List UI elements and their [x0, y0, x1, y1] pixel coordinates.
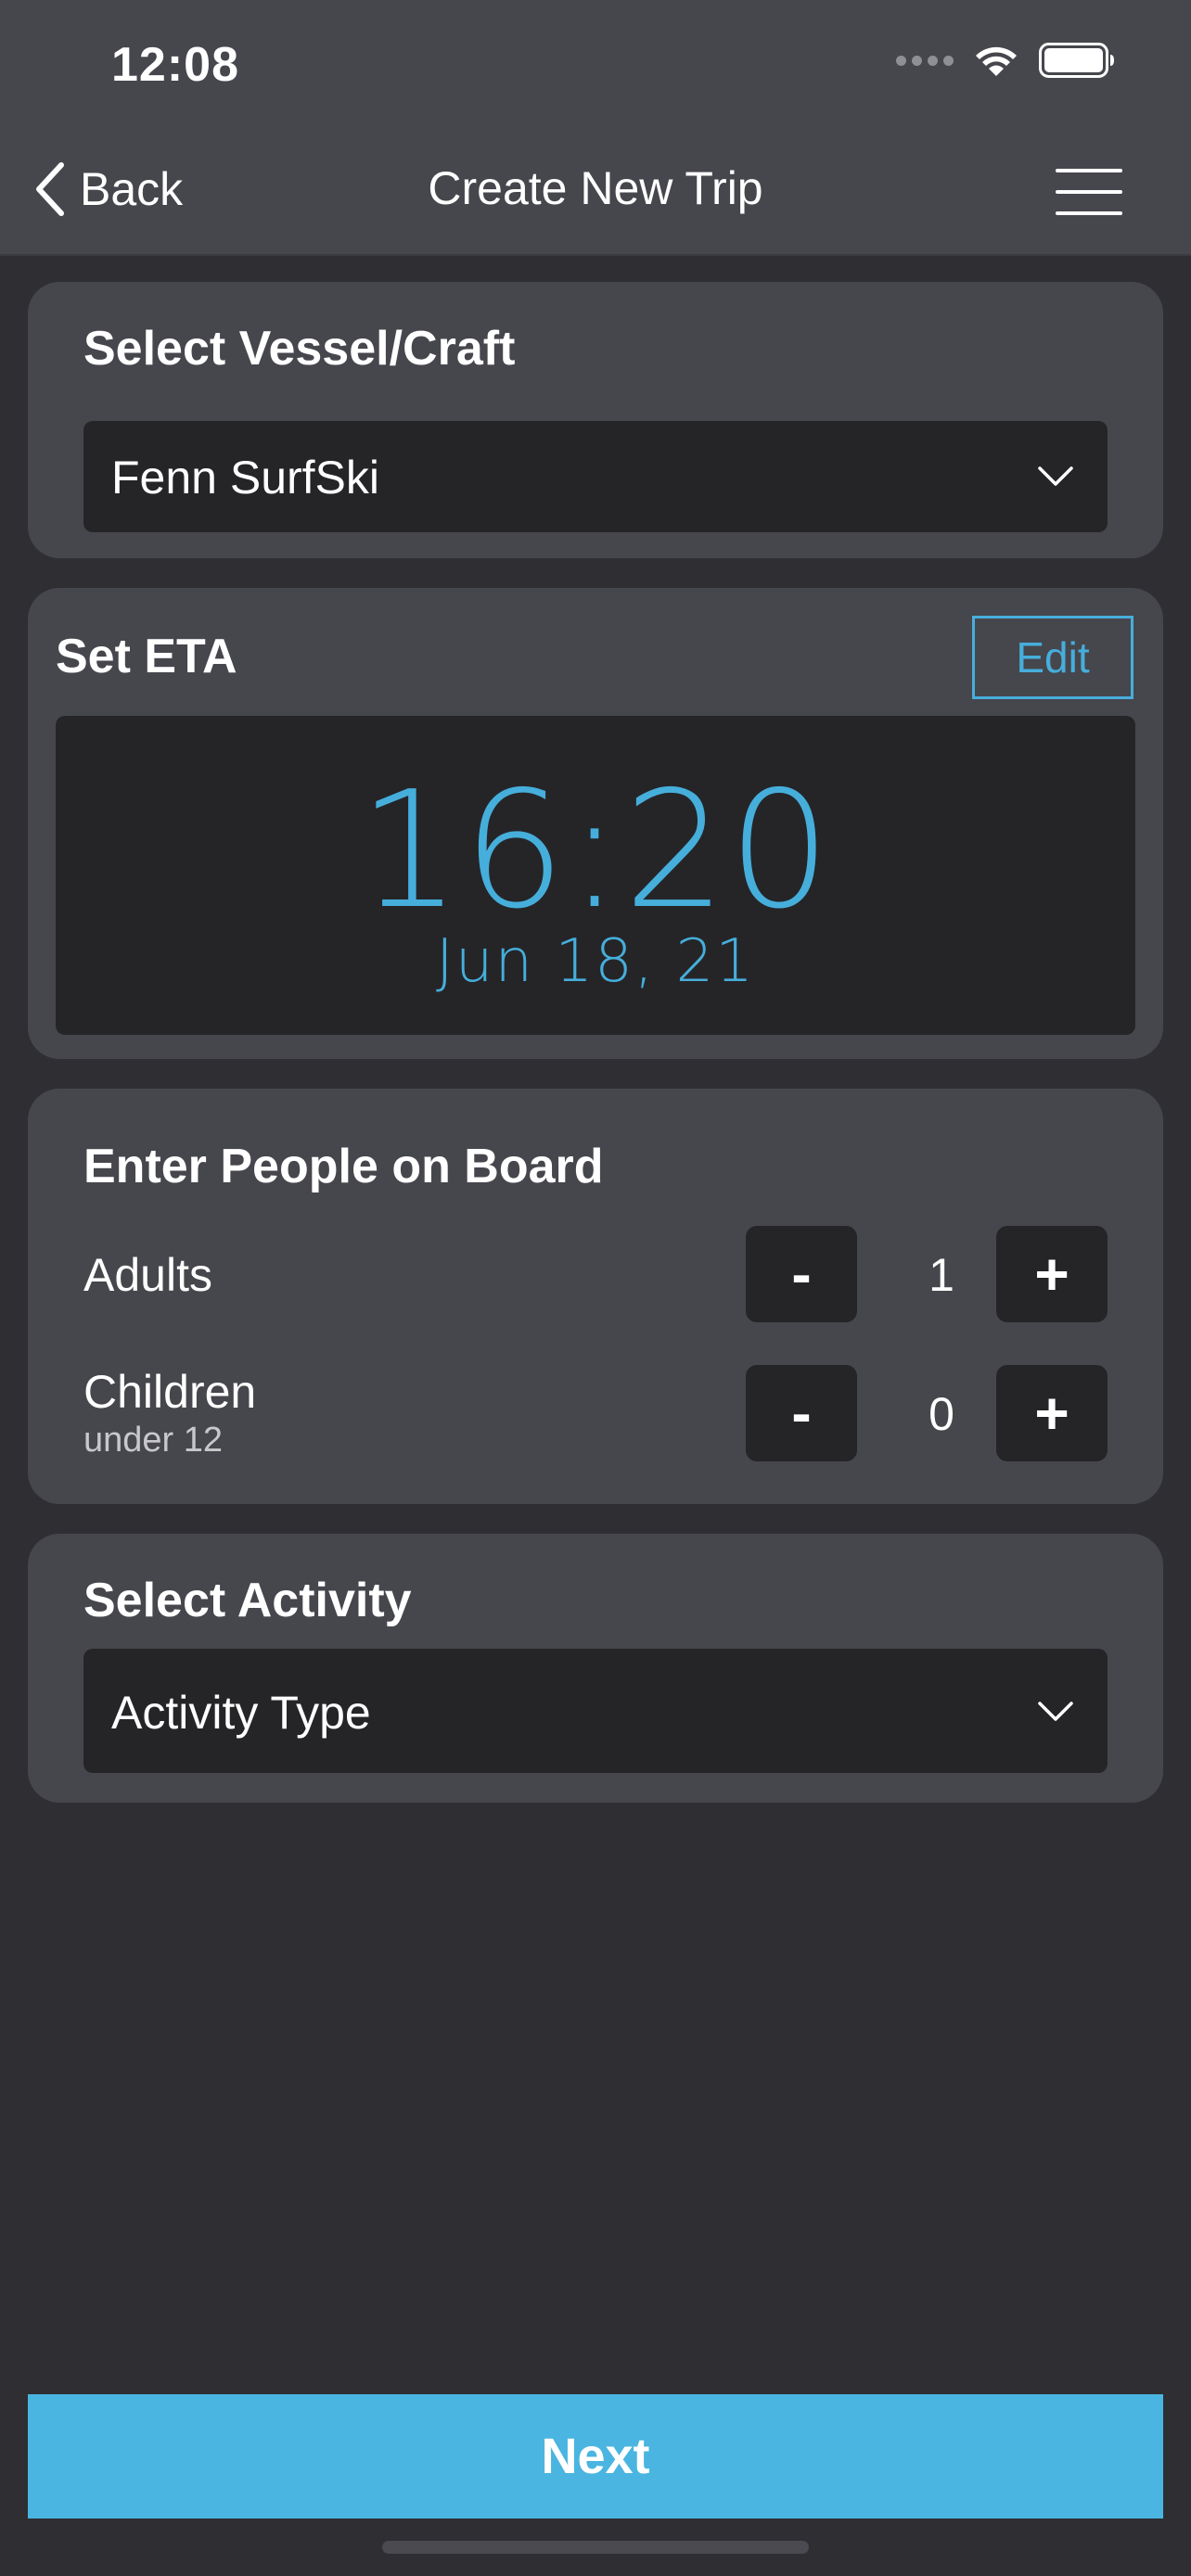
- home-indicator: [382, 2541, 809, 2554]
- status-time: 12:08: [111, 38, 239, 92]
- children-count: 0: [928, 1388, 954, 1440]
- children-increment-button[interactable]: +: [996, 1365, 1108, 1461]
- children-decrement-button[interactable]: -: [746, 1365, 857, 1461]
- nav-bar: Back Create New Trip: [0, 139, 1191, 241]
- activity-placeholder: Activity Type: [111, 1687, 371, 1739]
- chevron-down-icon: [1038, 466, 1073, 486]
- eta-time: 16:20: [358, 757, 833, 945]
- activity-dropdown[interactable]: Activity Type: [83, 1649, 1108, 1773]
- page-title: Create New Trip: [428, 162, 763, 214]
- wifi-icon: [976, 46, 1017, 76]
- children-label: Children: [83, 1366, 257, 1418]
- battery-icon: [1039, 43, 1114, 78]
- adults-decrement-button[interactable]: -: [746, 1226, 857, 1322]
- people-title: Enter People on Board: [83, 1140, 604, 1193]
- eta-card: Set ETA Edit 16:20 Jun 18, 21: [28, 588, 1163, 1059]
- eta-display[interactable]: 16:20 Jun 18, 21: [56, 716, 1135, 1035]
- status-icons: [896, 43, 1115, 78]
- signal-dots-icon: [896, 55, 954, 66]
- eta-date: Jun 18, 21: [436, 927, 755, 996]
- adults-increment-button[interactable]: +: [996, 1226, 1108, 1322]
- top-header: 12:08 Back Create New Trip: [0, 0, 1191, 254]
- next-button[interactable]: Next: [28, 2394, 1163, 2519]
- activity-title: Select Activity: [83, 1574, 412, 1627]
- chevron-down-icon: [1038, 1702, 1073, 1721]
- vessel-title: Select Vessel/Craft: [83, 322, 516, 376]
- people-card: Enter People on Board Adults - 1 + Child…: [28, 1089, 1163, 1504]
- edit-eta-button[interactable]: Edit: [972, 616, 1133, 699]
- activity-card: Select Activity Activity Type: [28, 1534, 1163, 1803]
- children-sublabel: under 12: [83, 1421, 224, 1460]
- eta-title: Set ETA: [56, 630, 237, 683]
- adults-label: Adults: [83, 1249, 212, 1301]
- vessel-selected-value: Fenn SurfSki: [111, 452, 380, 504]
- hamburger-menu-icon[interactable]: [1056, 169, 1122, 215]
- adults-count: 1: [928, 1249, 954, 1301]
- vessel-dropdown[interactable]: Fenn SurfSki: [83, 421, 1108, 532]
- vessel-card: Select Vessel/Craft Fenn SurfSki: [28, 282, 1163, 558]
